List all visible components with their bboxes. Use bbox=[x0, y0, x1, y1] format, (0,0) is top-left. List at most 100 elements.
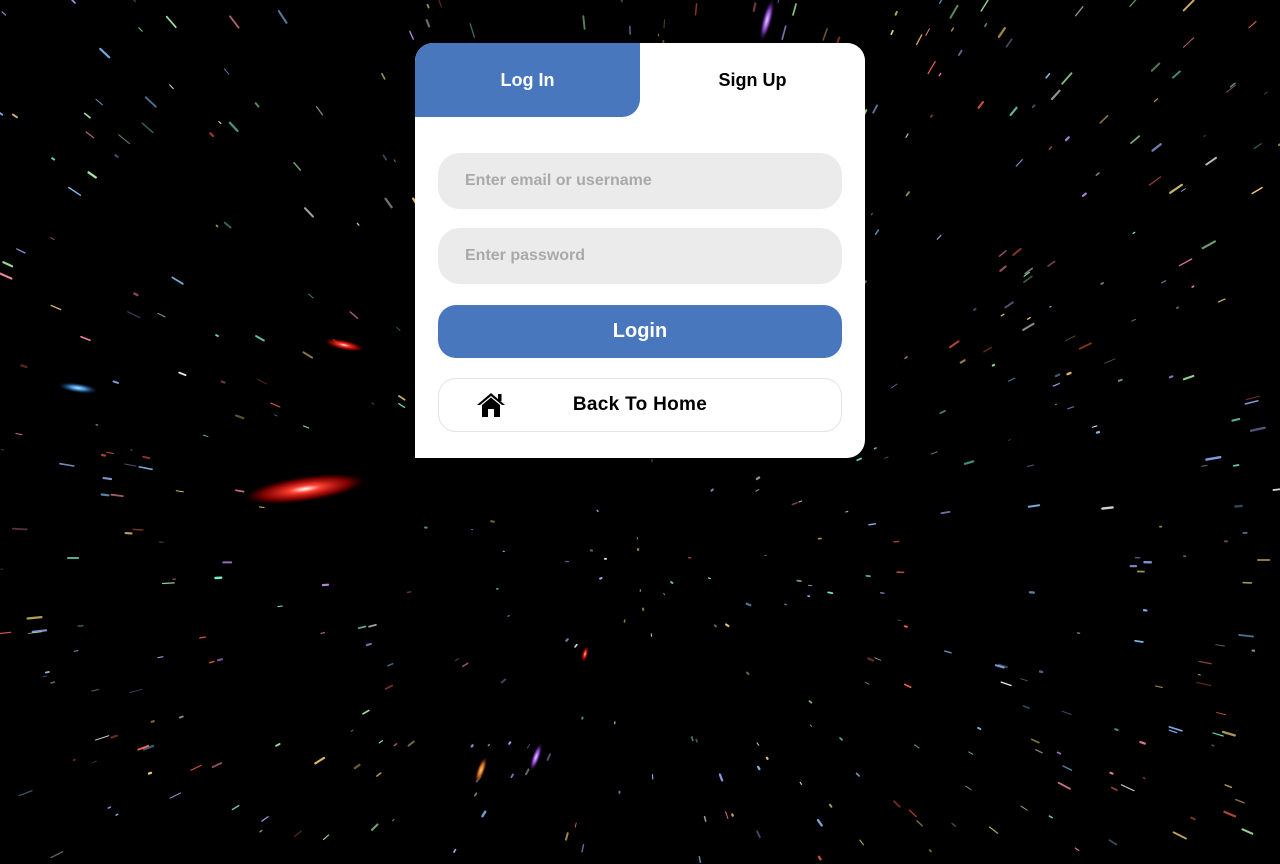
star bbox=[707, 577, 711, 580]
star bbox=[745, 602, 752, 607]
star bbox=[599, 576, 603, 580]
star bbox=[507, 614, 510, 618]
star bbox=[817, 855, 822, 861]
star bbox=[1232, 464, 1240, 467]
star bbox=[928, 849, 932, 853]
star bbox=[73, 650, 79, 652]
auth-tabs: Log In Sign Up bbox=[415, 43, 865, 117]
star bbox=[565, 638, 569, 642]
star bbox=[1101, 506, 1114, 510]
star bbox=[150, 720, 155, 723]
star bbox=[426, 3, 430, 9]
star bbox=[350, 729, 354, 732]
star bbox=[142, 455, 151, 460]
star bbox=[11, 527, 28, 531]
star bbox=[508, 741, 512, 745]
star bbox=[216, 658, 224, 662]
star bbox=[178, 715, 184, 719]
star bbox=[894, 11, 898, 16]
star bbox=[694, 3, 698, 16]
star bbox=[1191, 285, 1195, 288]
star bbox=[1031, 104, 1036, 109]
star bbox=[756, 765, 761, 771]
star bbox=[100, 493, 110, 497]
star bbox=[26, 615, 43, 620]
star bbox=[277, 605, 283, 608]
star bbox=[487, 743, 490, 747]
star bbox=[977, 726, 982, 730]
star bbox=[1142, 777, 1146, 780]
star bbox=[1176, 306, 1180, 310]
star bbox=[765, 756, 769, 760]
star bbox=[991, 363, 996, 367]
star bbox=[713, 624, 718, 628]
star bbox=[1203, 134, 1206, 138]
star bbox=[1066, 371, 1072, 376]
star bbox=[1095, 430, 1101, 434]
password-field[interactable] bbox=[438, 228, 842, 284]
login-button[interactable]: Login bbox=[438, 305, 842, 358]
star bbox=[1234, 504, 1243, 508]
star bbox=[1109, 771, 1114, 775]
star bbox=[752, 2, 757, 12]
star bbox=[147, 771, 153, 775]
login-card: Log In Sign Up Login Back To Home bbox=[415, 43, 865, 458]
star bbox=[703, 815, 707, 822]
back-to-home-button[interactable]: Back To Home bbox=[438, 378, 842, 432]
star bbox=[827, 591, 834, 594]
star bbox=[973, 307, 977, 311]
star bbox=[1114, 728, 1119, 731]
star bbox=[1038, 670, 1044, 674]
star bbox=[42, 675, 48, 678]
login-button-label: Login bbox=[612, 320, 668, 342]
star bbox=[1201, 464, 1208, 467]
email-field[interactable] bbox=[438, 153, 842, 209]
star bbox=[44, 670, 50, 674]
star bbox=[710, 488, 714, 492]
star bbox=[1117, 378, 1123, 382]
star bbox=[690, 736, 694, 742]
star bbox=[868, 523, 876, 526]
star bbox=[695, 738, 698, 743]
star bbox=[755, 476, 761, 481]
tab-sign-up[interactable]: Sign Up bbox=[640, 43, 865, 117]
star bbox=[1168, 375, 1174, 379]
star bbox=[582, 15, 586, 30]
star bbox=[365, 642, 372, 647]
star bbox=[215, 334, 219, 338]
star bbox=[929, 114, 933, 118]
star bbox=[115, 813, 119, 816]
star bbox=[903, 625, 908, 628]
star bbox=[20, 364, 28, 369]
star bbox=[808, 584, 813, 587]
star bbox=[107, 806, 112, 809]
star bbox=[100, 453, 107, 457]
star bbox=[1100, 282, 1104, 285]
star bbox=[320, 631, 326, 635]
star bbox=[133, 292, 139, 297]
star bbox=[725, 623, 730, 628]
tab-log-in[interactable]: Log In bbox=[415, 43, 640, 117]
star bbox=[51, 157, 56, 161]
star bbox=[1139, 740, 1146, 745]
star bbox=[1134, 639, 1144, 643]
star bbox=[470, 744, 474, 748]
star bbox=[112, 380, 119, 384]
star bbox=[102, 476, 113, 481]
star bbox=[940, 510, 951, 515]
star bbox=[1054, 373, 1061, 378]
star bbox=[220, 380, 226, 384]
star bbox=[114, 154, 119, 158]
star bbox=[208, 660, 215, 664]
star bbox=[670, 581, 674, 584]
star bbox=[50, 681, 56, 684]
star bbox=[1049, 305, 1052, 308]
star bbox=[490, 520, 495, 523]
star bbox=[828, 803, 833, 808]
star bbox=[1056, 751, 1062, 755]
home-icon bbox=[477, 393, 505, 417]
star bbox=[258, 506, 265, 509]
star bbox=[77, 624, 84, 628]
star bbox=[746, 671, 750, 676]
star bbox=[1132, 231, 1136, 235]
